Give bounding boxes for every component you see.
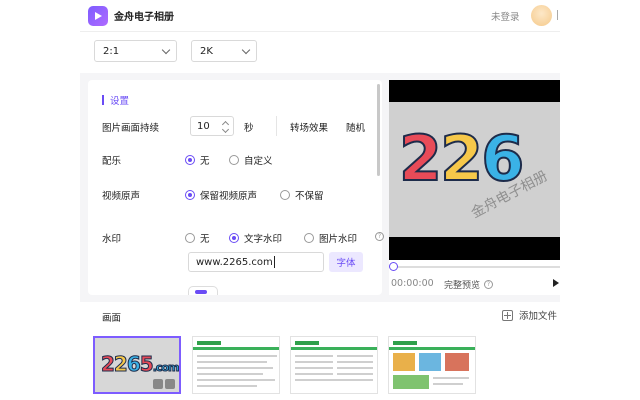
watermark-text-input[interactable]: www.2265.com — [188, 252, 324, 272]
toolbar: 2:1 2K — [80, 31, 560, 73]
preview-panel: 226 金舟电子相册 00:00:00 完整预览 ? — [389, 80, 560, 295]
collapsed-option[interactable] — [188, 286, 218, 295]
title-bar: 金舟电子相册 未登录 — [80, 0, 560, 31]
chevron-down-icon — [161, 45, 171, 55]
timecode: 00:00:00 — [391, 278, 434, 289]
settings-scrollbar[interactable] — [377, 84, 380, 176]
font-button[interactable]: 字体 — [329, 252, 363, 272]
stepper-down-icon[interactable] — [221, 125, 230, 134]
aspect-ratio-value: 2:1 — [103, 45, 120, 57]
app-window: 金舟电子相册 未登录 2:1 2K 设置 图片画面持续 10 秒 转场效果 随机… — [80, 0, 560, 400]
website-screenshot-image — [389, 337, 475, 393]
avatar[interactable] — [531, 5, 552, 26]
watermark-label: 水印 — [102, 234, 122, 245]
chevron-down-icon — [241, 45, 251, 55]
watermark-text-value: www.2265.com — [196, 256, 273, 268]
frame-thumbnail[interactable] — [192, 336, 280, 394]
audio-option-discard[interactable]: 不保留 — [280, 188, 324, 202]
play-icon[interactable] — [553, 279, 559, 287]
settings-panel: 设置 图片画面持续 10 秒 转场效果 随机 配乐 无 自定义 视频原声 保留视… — [88, 80, 384, 295]
login-link[interactable]: 未登录 — [491, 9, 520, 23]
radio-unchecked-icon — [185, 233, 195, 243]
transition-value[interactable]: 随机 — [346, 120, 365, 134]
section-title-text: 设置 — [110, 96, 130, 107]
frames-panel: 画面 添加文件 2265.com — [80, 302, 560, 400]
add-file-icon — [502, 309, 513, 321]
timeline-handle[interactable] — [389, 262, 398, 271]
aspect-ratio-select[interactable]: 2:1 — [94, 40, 177, 62]
full-preview-toggle[interactable]: 完整预览 ? — [444, 278, 494, 291]
text-caret — [273, 256, 275, 268]
rotate-icon[interactable] — [153, 379, 163, 389]
radio-checked-icon — [229, 233, 239, 243]
preview-frame: 226 金舟电子相册 — [389, 102, 560, 237]
duration-unit: 秒 — [244, 123, 254, 134]
audio-label: 视频原声 — [102, 191, 141, 202]
duration-value: 10 — [197, 120, 210, 132]
watermark-option-none[interactable]: 无 — [185, 231, 210, 245]
thumbnail-logo: 2265.com — [101, 352, 179, 377]
resolution-select[interactable]: 2K — [191, 40, 257, 62]
timeline-track[interactable] — [389, 266, 560, 268]
website-screenshot-image — [193, 337, 279, 393]
resolution-value: 2K — [200, 45, 213, 57]
add-file-button[interactable]: 添加文件 — [502, 308, 557, 322]
delete-icon[interactable] — [165, 379, 175, 389]
app-title: 金舟电子相册 — [114, 12, 174, 23]
music-option-custom[interactable]: 自定义 — [229, 153, 273, 167]
frame-thumbnail[interactable] — [290, 336, 378, 394]
section-marker — [102, 95, 104, 105]
watermark-option-image[interactable]: 图片水印 — [304, 231, 357, 245]
music-label: 配乐 — [102, 156, 122, 167]
help-icon[interactable]: ? — [375, 232, 384, 241]
app-logo-icon — [88, 5, 108, 26]
radio-unchecked-icon — [280, 190, 290, 200]
duration-label: 图片画面持续 — [102, 123, 160, 134]
divider — [276, 116, 277, 136]
transition-label: 转场效果 — [290, 123, 329, 134]
radio-unchecked-icon — [304, 233, 314, 243]
music-option-none[interactable]: 无 — [185, 153, 210, 167]
right-gutter — [560, 0, 640, 400]
frame-thumbnail[interactable] — [388, 336, 476, 394]
help-icon[interactable]: ? — [484, 280, 494, 289]
audio-option-keep[interactable]: 保留视频原声 — [185, 188, 257, 202]
thumbnail-actions — [151, 379, 175, 389]
website-screenshot-image — [291, 337, 377, 393]
frame-thumbnail[interactable]: 2265.com — [93, 336, 181, 394]
radio-checked-icon — [185, 155, 195, 165]
settings-section-title: 设置 — [102, 93, 129, 107]
watermark-option-text[interactable]: 文字水印 — [229, 231, 282, 245]
left-gutter — [0, 0, 80, 400]
frames-title: 画面 — [102, 313, 122, 324]
duration-stepper[interactable]: 10 — [190, 116, 234, 136]
video-preview[interactable]: 226 金舟电子相册 — [389, 80, 560, 260]
radio-unchecked-icon — [229, 155, 239, 165]
radio-checked-icon — [185, 190, 195, 200]
